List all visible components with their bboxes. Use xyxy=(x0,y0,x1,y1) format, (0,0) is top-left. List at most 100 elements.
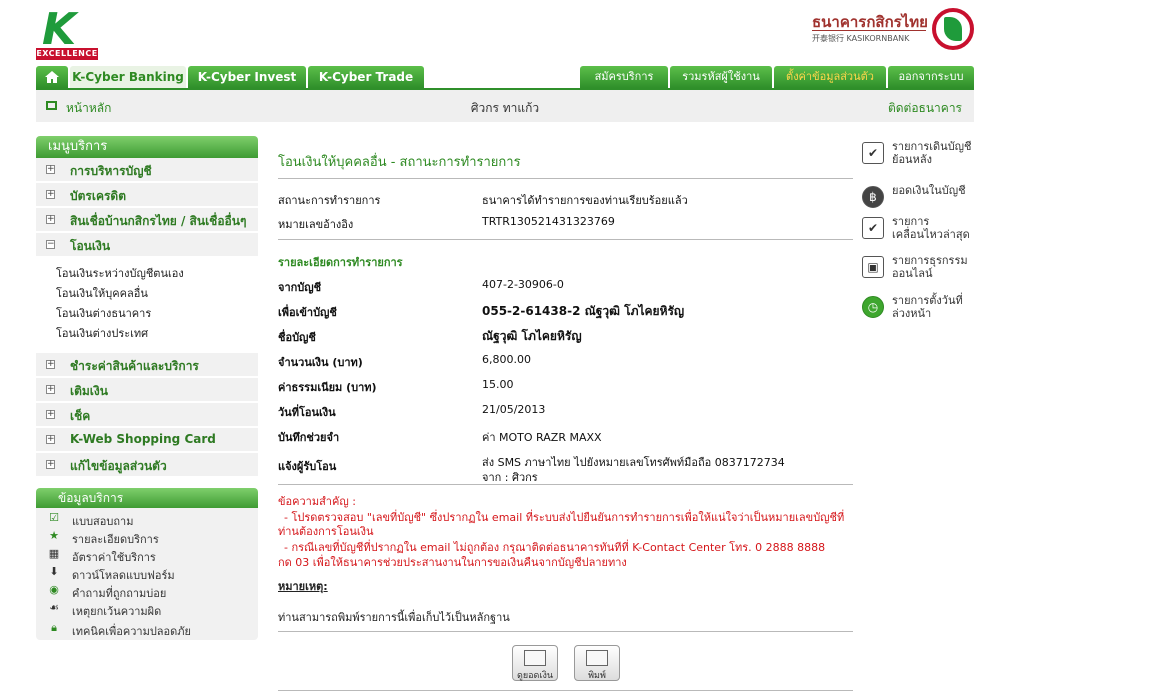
calculator-icon: ▦ xyxy=(48,547,60,560)
menu-item-payments[interactable]: + ชำระค่าสินค้าและบริการ xyxy=(36,353,258,377)
transaction-details-title: รายละเอียดการทำรายการ xyxy=(278,256,403,269)
menu-item-label: การบริหารบัญชี xyxy=(70,164,152,178)
tab-k-cyber-banking[interactable]: K-Cyber Banking xyxy=(70,66,186,88)
menu-item-label: K-Web Shopping Card xyxy=(70,432,216,446)
memo-value: ค่า MOTO RAZR MAXX xyxy=(482,431,602,444)
menu-item-account-management[interactable]: + การบริหารบัญชี xyxy=(36,158,258,182)
expand-icon: + xyxy=(46,164,55,174)
account-name-label: ชื่อบัญชี xyxy=(278,331,316,344)
expand-icon: + xyxy=(46,459,55,469)
info-item-survey[interactable]: ☑ แบบสอบถาม xyxy=(36,510,258,529)
collapse-icon: − xyxy=(46,239,55,249)
tab-logout[interactable]: ออกจากระบบ xyxy=(888,66,974,88)
magnifier-icon xyxy=(524,650,546,666)
divider xyxy=(278,631,853,632)
menu-item-label: แก้ไขข้อมูลส่วนตัว xyxy=(70,459,167,473)
transfer-date-label: วันที่โอนเงิน xyxy=(278,406,336,419)
divider xyxy=(278,690,853,691)
subheader-bar: หน้าหลัก ศิวกร ทาแก้ว ติดต่อธนาคาร xyxy=(36,90,974,122)
info-item-faq[interactable]: ◉ คำถามที่ถูกถามบ่อย xyxy=(36,582,258,601)
quicklink-recent[interactable]: ✔ รายการเคลื่อนไหวล่าสุด xyxy=(862,215,972,243)
quicklink-scheduled[interactable]: ◷ รายการตั้งวันที่ล่วงหน้า xyxy=(862,294,972,322)
star-icon: ★ xyxy=(49,529,59,542)
note-text: ท่านสามารถพิมพ์รายการนี้เพื่อเก็บไว้เป็น… xyxy=(278,611,510,624)
logo-k-letter: K xyxy=(42,4,77,55)
info-item-fees[interactable]: ▦ อัตราค่าใช้บริการ xyxy=(36,546,258,565)
download-icon: ⬇ xyxy=(49,565,59,578)
tab-k-cyber-trade[interactable]: K-Cyber Trade xyxy=(308,66,424,88)
tab-personal-settings[interactable]: ตั้งค่าข้อมูลส่วนตัว xyxy=(774,66,886,88)
to-account-label: เพื่อเข้าบัญชี xyxy=(278,306,337,319)
menu-item-cheque[interactable]: + เช็ค xyxy=(36,403,258,427)
expand-icon: + xyxy=(46,359,55,369)
submenu-transfer-others[interactable]: โอนเงินให้บุคคลอื่น xyxy=(56,284,148,302)
info-item-security[interactable]: 🔒︎ เทคนิคเพื่อความปลอดภัย xyxy=(36,620,258,639)
menu-item-edit-profile[interactable]: + แก้ไขข้อมูลส่วนตัว xyxy=(36,453,258,477)
fee-label: ค่าธรรมเนียม (บาท) xyxy=(278,381,377,394)
menu-item-loans[interactable]: + สินเชื่อบ้านกสิกรไทย / สินเชื่ออื่นๆ xyxy=(36,208,258,232)
service-menu-title: เมนูบริการ xyxy=(36,136,258,158)
menu-item-topup[interactable]: + เติมเงิน xyxy=(36,378,258,402)
info-item-disclaimer[interactable]: ☙ เหตุยกเว้นความผิด xyxy=(36,600,258,619)
info-item-download[interactable]: ⬇ ดาวน์โหลดแบบฟอร์ม xyxy=(36,564,258,583)
transfer-date-value: 21/05/2013 xyxy=(482,403,546,416)
amount-label: จำนวนเงิน (บาท) xyxy=(278,356,363,369)
menu-item-label: บัตรเครดิต xyxy=(70,189,127,203)
lock-icon: 🔒︎ xyxy=(51,621,57,634)
from-account-value: 407-2-30906-0 xyxy=(482,278,564,291)
fee-value: 15.00 xyxy=(482,378,514,391)
divider xyxy=(278,178,853,179)
contact-bank-link[interactable]: ติดต่อธนาคาร xyxy=(888,99,962,118)
expand-icon: + xyxy=(46,409,55,419)
reference-value: TRTR130521431323769 xyxy=(482,215,615,228)
expand-icon: + xyxy=(46,434,55,444)
tab-k-cyber-invest[interactable]: K-Cyber Invest xyxy=(188,66,306,88)
home-icon xyxy=(45,71,59,83)
online-icon: ▣ xyxy=(862,256,884,278)
divider xyxy=(278,239,853,240)
k-excellence-logo: K EXCELLENCE xyxy=(36,8,98,60)
notify-label: แจ้งผู้รับโอน xyxy=(278,460,337,473)
menu-item-label: เช็ค xyxy=(70,409,91,423)
money-bag-icon: ฿ xyxy=(862,186,884,208)
menu-item-label: สินเชื่อบ้านกสิกรไทย / สินเชื่ออื่นๆ xyxy=(70,214,247,228)
menu-item-label: ชำระค่าสินค้าและบริการ xyxy=(70,359,199,373)
user-name: ศิวกร ทาแก้ว xyxy=(470,101,540,115)
amount-value: 6,800.00 xyxy=(482,353,531,366)
status-value: ธนาคารได้ทำรายการของท่านเรียบร้อยแล้ว xyxy=(482,194,688,207)
view-balance-button[interactable]: ดูยอดเงิน xyxy=(512,645,558,681)
menu-item-label: โอนเงิน xyxy=(70,239,111,253)
page-title: โอนเงินให้บุคคลอื่น - สถานะการทำรายการ xyxy=(278,155,521,170)
divider xyxy=(278,484,853,485)
tab-combine-user[interactable]: รวมรหัสผู้ใช้งาน xyxy=(670,66,772,88)
submenu-transfer-interbank[interactable]: โอนเงินต่างธนาคาร xyxy=(56,304,151,322)
menu-item-transfer[interactable]: − โอนเงิน xyxy=(36,233,258,257)
info-item-details[interactable]: ★ รายละเอียดบริการ xyxy=(36,528,258,547)
statement-icon: ✔ xyxy=(862,142,884,164)
tab-register[interactable]: สมัครบริการ xyxy=(580,66,668,88)
handshake-icon: ☙ xyxy=(49,601,59,614)
quicklink-statement[interactable]: ✔ รายการเดินบัญชีย้อนหลัง xyxy=(862,140,972,168)
quicklink-online[interactable]: ▣ รายการธุรกรรมออนไลน์ xyxy=(862,254,972,282)
expand-icon: + xyxy=(46,214,55,224)
submenu-transfer-own[interactable]: โอนเงินระหว่างบัญชีตนเอง xyxy=(56,264,184,282)
home-tab[interactable] xyxy=(36,66,68,88)
clock-icon: ◷ xyxy=(862,296,884,318)
menu-item-credit-card[interactable]: + บัตรเครดิต xyxy=(36,183,258,207)
reference-label: หมายเลขอ้างอิง xyxy=(278,218,354,231)
quicklink-balance[interactable]: ฿ ยอดเงินในบัญชี xyxy=(862,184,972,208)
important-note-2b: กด 03 เพื่อให้ธนาคารช่วยประสานงานในการขอ… xyxy=(278,556,627,569)
print-button[interactable]: พิมพ์ xyxy=(574,645,620,681)
memo-label: บันทึกช่วยจำ xyxy=(278,431,340,444)
status-label: สถานะการทำรายการ xyxy=(278,194,381,207)
recent-icon: ✔ xyxy=(862,217,884,239)
bank-emblem-icon xyxy=(932,8,974,50)
checkbox-icon: ☑ xyxy=(49,511,59,524)
expand-icon: + xyxy=(46,384,55,394)
menu-item-shopping-card[interactable]: + K-Web Shopping Card xyxy=(36,428,258,452)
expand-icon: + xyxy=(46,189,55,199)
printer-icon xyxy=(586,650,608,666)
submenu-transfer-international[interactable]: โอนเงินต่างประเทศ xyxy=(56,324,148,342)
menu-item-label: เติมเงิน xyxy=(70,384,108,398)
from-account-label: จากบัญชี xyxy=(278,281,322,294)
